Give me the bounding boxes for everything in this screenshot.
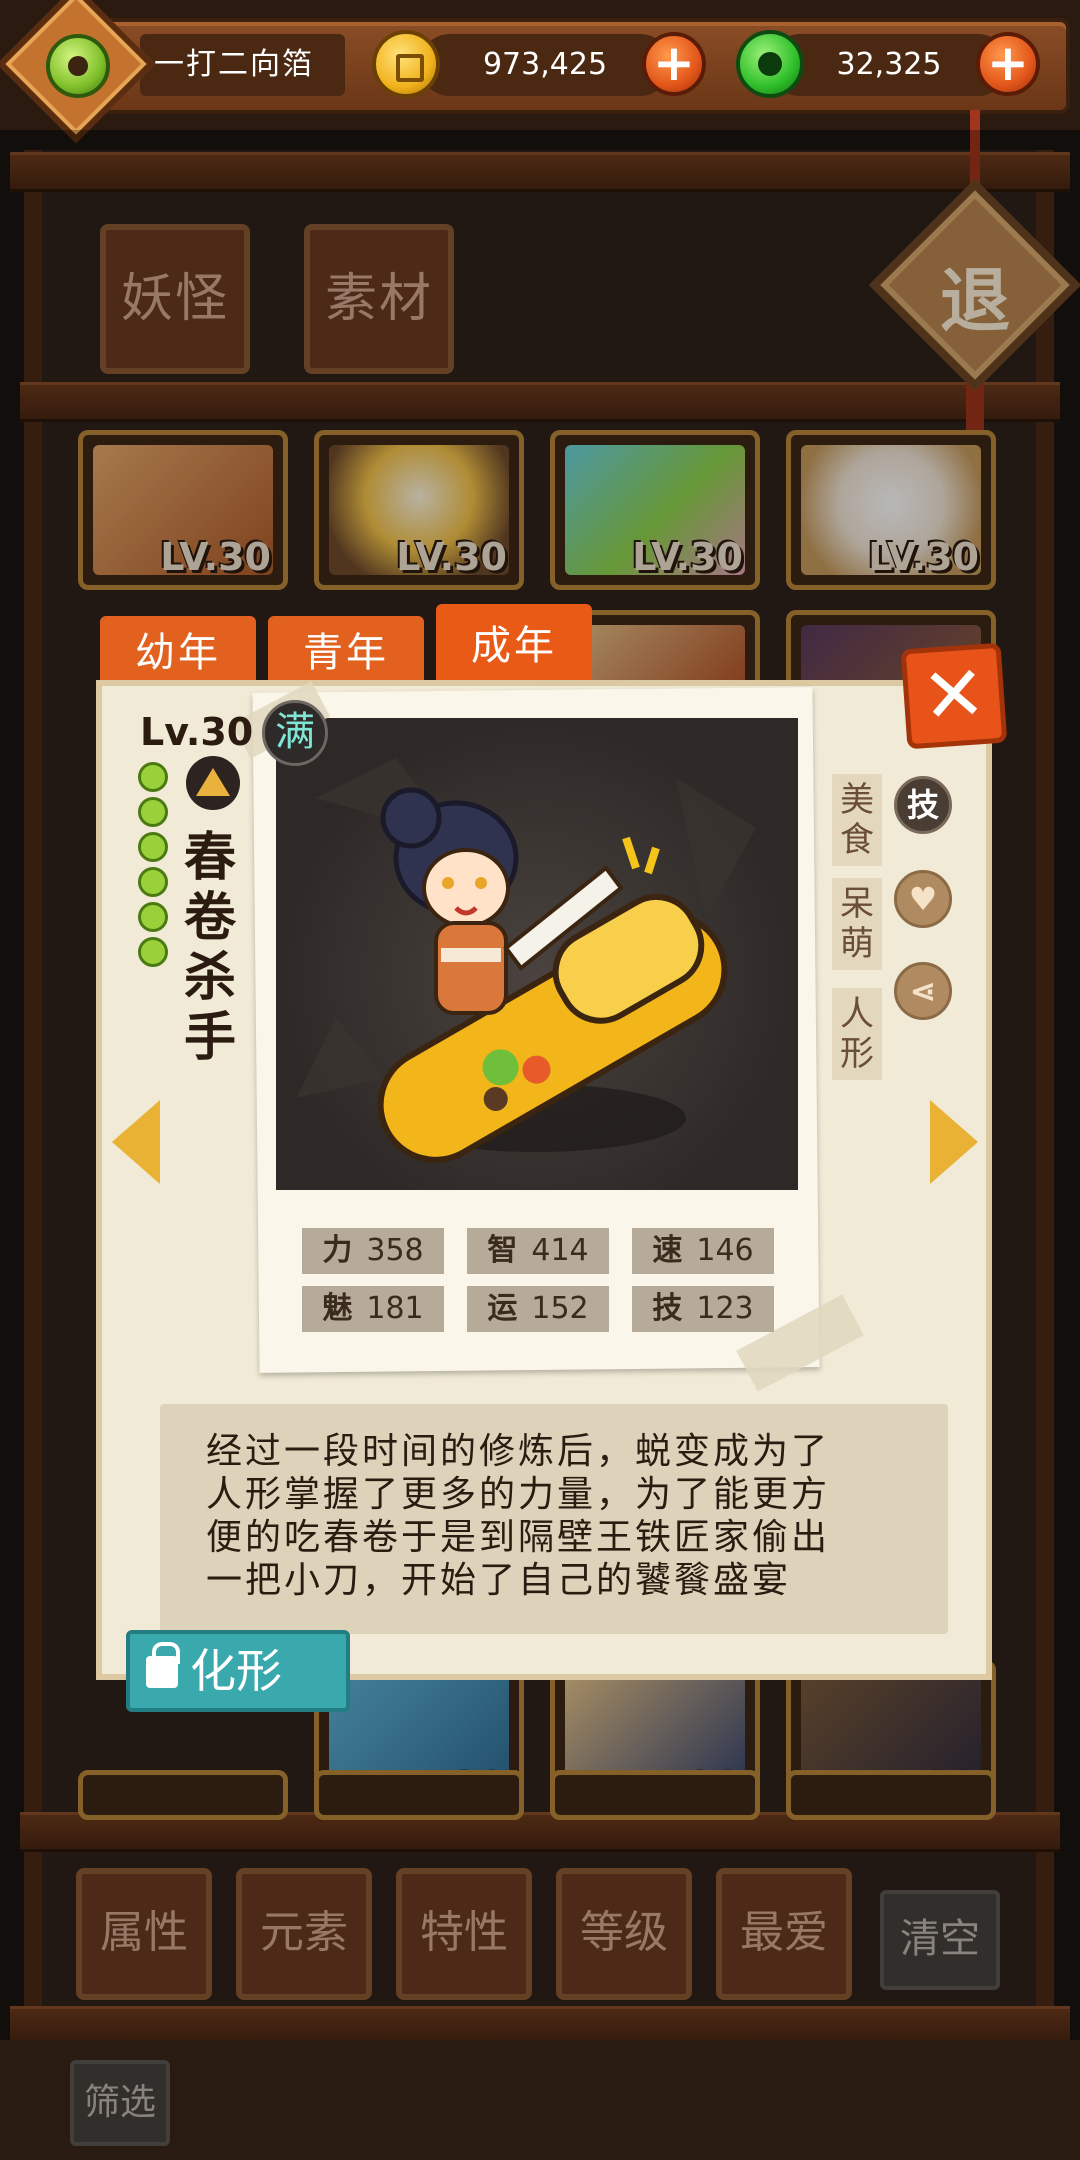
tab-stage-young[interactable]: 幼年: [100, 616, 256, 690]
rank-ring-icon: [138, 762, 168, 792]
rank-ring-icon: [138, 832, 168, 862]
jade-amount: 32,325: [836, 47, 942, 82]
gold-pill: 973,425: [420, 34, 670, 96]
jade-pill: 32,325: [770, 34, 1008, 96]
stat-luck: 运 152: [467, 1286, 609, 1332]
description-line: 便的吃春卷于是到隔壁王铁匠家偷出: [206, 1517, 831, 1558]
spring-roll-killer-illustration: [296, 758, 756, 1163]
prev-monster-arrow-icon[interactable]: [112, 1100, 160, 1184]
tag-cute: 呆萌: [832, 878, 882, 970]
next-monster-arrow-icon[interactable]: [930, 1100, 978, 1184]
mountain-element-icon: [186, 756, 240, 810]
monster-name: 春卷杀手: [183, 828, 236, 1068]
tab-stage-adult[interactable]: 成年: [436, 604, 592, 692]
star-rings: [138, 762, 172, 972]
transform-label: 化形: [190, 1644, 282, 1698]
tag-food: 美食: [832, 774, 882, 866]
lock-icon: [146, 1642, 180, 1688]
stat-intelligence: 智 414: [467, 1228, 609, 1274]
gold-coin-icon: [372, 30, 440, 98]
heart-icon[interactable]: ♥: [894, 870, 952, 928]
monster-portrait: [276, 718, 798, 1190]
stat-speed: 速 146: [632, 1228, 774, 1274]
rank-ring-icon: [138, 867, 168, 897]
add-gold-button[interactable]: +: [642, 32, 706, 96]
rank-ring-icon: [138, 937, 168, 967]
description-line: 一把小刀，开始了自己的饕餮盛宴: [206, 1560, 792, 1601]
skill-icon[interactable]: 技: [894, 776, 952, 834]
player-name[interactable]: 一打二向箔: [140, 34, 345, 96]
gold-amount: 973,425: [482, 47, 608, 82]
transform-button[interactable]: 化形: [126, 1630, 350, 1712]
jade-coin-icon: [736, 30, 804, 98]
rank-ring-icon: [138, 902, 168, 932]
stat-strength: 力 358: [302, 1228, 444, 1274]
avatar-jade-icon: [46, 34, 110, 98]
rank-ring-icon: [138, 797, 168, 827]
tab-stage-teen[interactable]: 青年: [268, 616, 424, 690]
monster-level: Lv.30: [140, 710, 254, 754]
close-button[interactable]: ✕: [900, 642, 1008, 750]
stat-charm: 魅 181: [302, 1286, 444, 1332]
share-icon[interactable]: ⋖: [894, 962, 952, 1020]
description-line: 人形掌握了更多的力量，为了能更方: [206, 1474, 831, 1515]
description-text: 经过一段时间的修炼后，蜕变成为了 人形掌握了更多的力量，为了能更方 便的吃春卷于…: [206, 1430, 906, 1602]
stat-skill: 技 123: [632, 1286, 774, 1332]
description-line: 经过一段时间的修炼后，蜕变成为了: [206, 1431, 831, 1472]
max-level-badge: 满: [262, 700, 328, 766]
tag-humanoid: 人形: [832, 988, 882, 1080]
add-jade-button[interactable]: +: [976, 32, 1040, 96]
